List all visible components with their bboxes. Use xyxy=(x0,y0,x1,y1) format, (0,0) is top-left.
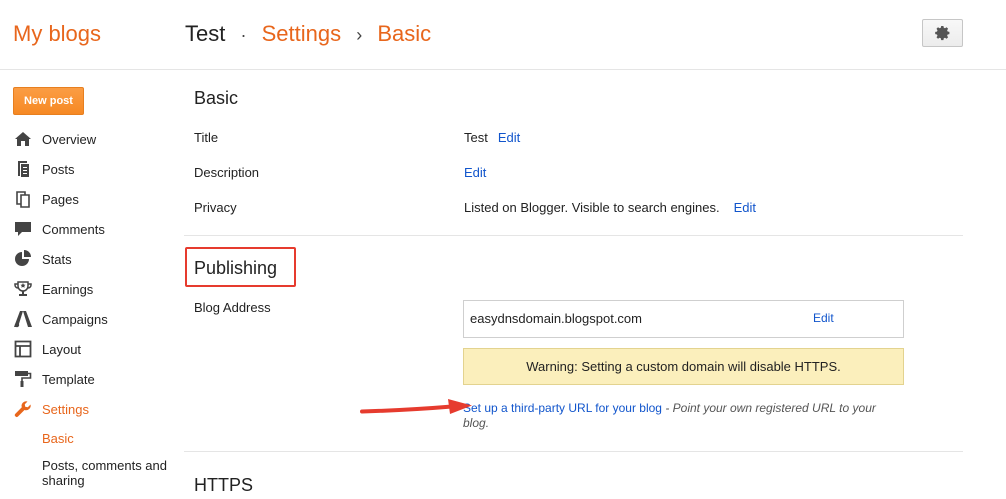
section-divider xyxy=(184,451,963,452)
sidebar-item-label: Overview xyxy=(42,131,97,147)
edit-title-link[interactable]: Edit xyxy=(498,130,520,145)
section-title-publishing: Publishing xyxy=(194,258,278,278)
top-header: My blogs Test · Settings › Basic xyxy=(0,0,1006,70)
new-post-button[interactable]: New post xyxy=(13,87,84,115)
annotation-arrow-icon xyxy=(360,399,472,414)
section-title-basic: Basic xyxy=(194,88,239,108)
comment-icon xyxy=(13,219,33,239)
breadcrumb-basic[interactable]: Basic xyxy=(377,21,431,46)
breadcrumb: Test · Settings › Basic xyxy=(185,21,431,47)
sidebar-item-label: Settings xyxy=(42,401,89,417)
third-party-url-link[interactable]: Set up a third-party URL for your blog xyxy=(463,401,662,415)
breadcrumb-blog-name[interactable]: Test xyxy=(185,21,225,46)
sidebar-item-comments[interactable]: Comments xyxy=(13,218,105,240)
breadcrumb-dot-separator: · xyxy=(240,25,247,45)
row-value-description: Edit xyxy=(464,165,486,180)
row-label-privacy: Privacy xyxy=(194,200,237,215)
sidebar-item-label: Comments xyxy=(42,221,105,237)
row-label-title: Title xyxy=(194,130,219,145)
home-icon xyxy=(13,129,33,149)
section-divider xyxy=(184,235,963,236)
sidebar-subitem-posts-comments-sharing[interactable]: Posts, comments and sharing xyxy=(42,458,172,488)
paint-roller-icon xyxy=(13,369,33,389)
privacy-value: Listed on Blogger. Visible to search eng… xyxy=(464,200,720,215)
sidebar-item-pages[interactable]: Pages xyxy=(13,188,79,210)
section-title-https: HTTPS xyxy=(194,475,254,495)
row-value-title: Test Edit xyxy=(464,130,520,145)
sidebar-item-layout[interactable]: Layout xyxy=(13,338,81,360)
sidebar-item-overview[interactable]: Overview xyxy=(13,128,96,150)
sidebar-item-label: Pages xyxy=(42,191,79,207)
wrench-icon xyxy=(13,399,33,419)
edit-privacy-link[interactable]: Edit xyxy=(734,200,756,215)
edit-blog-address-link[interactable]: Edit xyxy=(813,311,834,325)
sidebar-item-label: Posts xyxy=(42,161,75,177)
sidebar-item-earnings[interactable]: Earnings xyxy=(13,278,93,300)
posts-icon xyxy=(13,159,33,179)
sidebar-item-label: Stats xyxy=(42,251,72,267)
blog-title-value: Test xyxy=(464,130,488,145)
pages-icon xyxy=(13,189,33,209)
settings-gear-button[interactable] xyxy=(922,19,963,47)
settings-main: Basic Title Test Edit Description Edit Pr… xyxy=(184,71,963,499)
sidebar-item-posts[interactable]: Posts xyxy=(13,158,75,180)
edit-description-link[interactable]: Edit xyxy=(464,165,486,180)
campaigns-icon xyxy=(13,309,33,329)
sidebar-item-settings[interactable]: Settings xyxy=(13,398,89,420)
breadcrumb-arrow-separator: › xyxy=(356,25,363,45)
sidebar-item-template[interactable]: Template xyxy=(13,368,95,390)
sidebar-item-label: Template xyxy=(42,371,95,387)
blog-address-value: easydnsdomain.blogspot.com xyxy=(470,311,642,326)
row-label-blog-address: Blog Address xyxy=(194,300,271,315)
third-party-url-text: Set up a third-party URL for your blog -… xyxy=(463,401,903,431)
sidebar: New post Overview Posts Pages Comments S… xyxy=(0,71,175,499)
gear-icon xyxy=(934,26,949,41)
breadcrumb-settings[interactable]: Settings xyxy=(262,21,342,46)
sidebar-item-stats[interactable]: Stats xyxy=(13,248,72,270)
sidebar-item-label: Earnings xyxy=(42,281,94,297)
sidebar-subitem-basic[interactable]: Basic xyxy=(42,431,74,446)
trophy-icon xyxy=(13,279,33,299)
my-blogs-link[interactable]: My blogs xyxy=(13,21,101,47)
sidebar-item-campaigns[interactable]: Campaigns xyxy=(13,308,108,330)
blog-address-box: easydnsdomain.blogspot.com Edit xyxy=(463,300,904,338)
row-label-description: Description xyxy=(194,165,260,180)
stats-pie-icon xyxy=(13,249,33,269)
sidebar-item-label: Layout xyxy=(42,341,82,357)
https-warning-banner: Warning: Setting a custom domain will di… xyxy=(463,348,904,385)
layout-icon xyxy=(13,339,33,359)
row-value-privacy: Listed on Blogger. Visible to search eng… xyxy=(464,200,756,215)
sidebar-item-label: Campaigns xyxy=(42,311,108,327)
